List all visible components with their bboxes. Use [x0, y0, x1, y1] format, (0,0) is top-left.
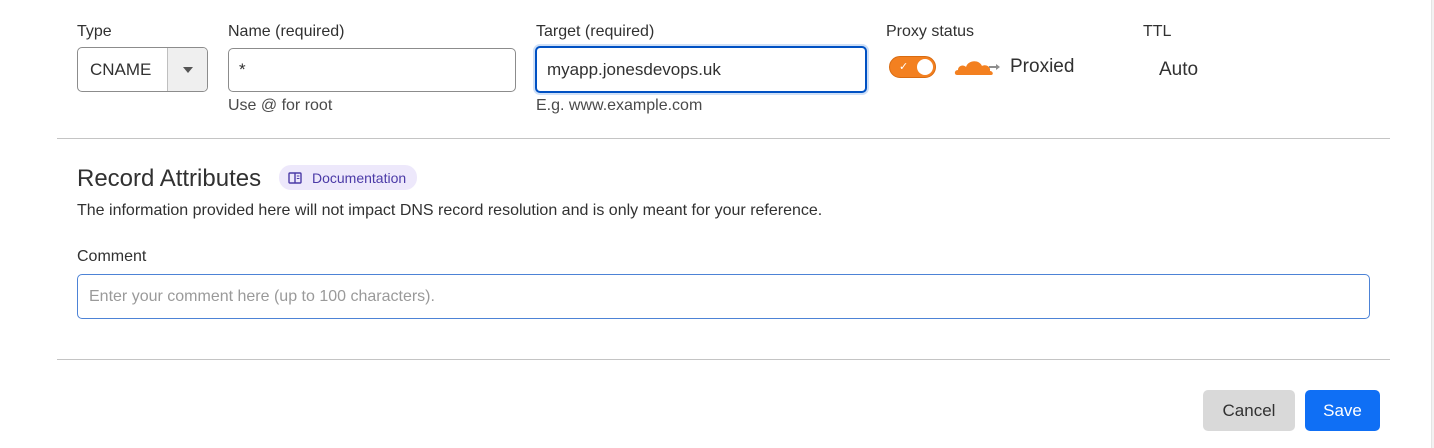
type-dropdown-toggle[interactable]: [167, 48, 207, 91]
proxy-status-label: Proxy status: [886, 23, 975, 40]
type-label: Type: [77, 23, 112, 40]
check-icon: ✓: [899, 61, 909, 73]
orange-cloud-icon: [954, 61, 1000, 75]
type-select[interactable]: CNAME: [77, 47, 208, 92]
save-button[interactable]: Save: [1305, 390, 1380, 431]
dns-record-edit-form: Type CNAME Name (required) Use @ for roo…: [0, 0, 1434, 448]
target-input[interactable]: [535, 46, 867, 93]
target-hint: E.g. www.example.com: [536, 97, 703, 114]
toggle-knob: [917, 59, 933, 75]
documentation-link-label: Documentation: [312, 169, 407, 186]
ttl-label: TTL: [1143, 23, 1172, 40]
caret-down-icon: [182, 66, 193, 73]
name-label: Name (required): [228, 23, 345, 40]
record-attributes-description: The information provided here will not i…: [77, 202, 823, 219]
proxy-status-value: Proxied: [1010, 56, 1075, 77]
type-select-value: CNAME: [90, 59, 152, 79]
documentation-link[interactable]: Documentation: [279, 165, 418, 190]
ttl-value: Auto: [1159, 59, 1199, 80]
target-label: Target (required): [536, 23, 655, 40]
comment-input[interactable]: [77, 274, 1370, 319]
comment-label: Comment: [77, 248, 147, 265]
name-input[interactable]: [228, 48, 516, 92]
divider-bottom: [57, 359, 1390, 360]
name-hint: Use @ for root: [228, 97, 333, 114]
divider-top: [57, 138, 1390, 139]
proxy-toggle[interactable]: ✓: [889, 56, 936, 78]
book-icon: [288, 171, 302, 184]
cancel-button[interactable]: Cancel: [1203, 390, 1295, 431]
record-attributes-title: Record Attributes: [77, 165, 262, 192]
